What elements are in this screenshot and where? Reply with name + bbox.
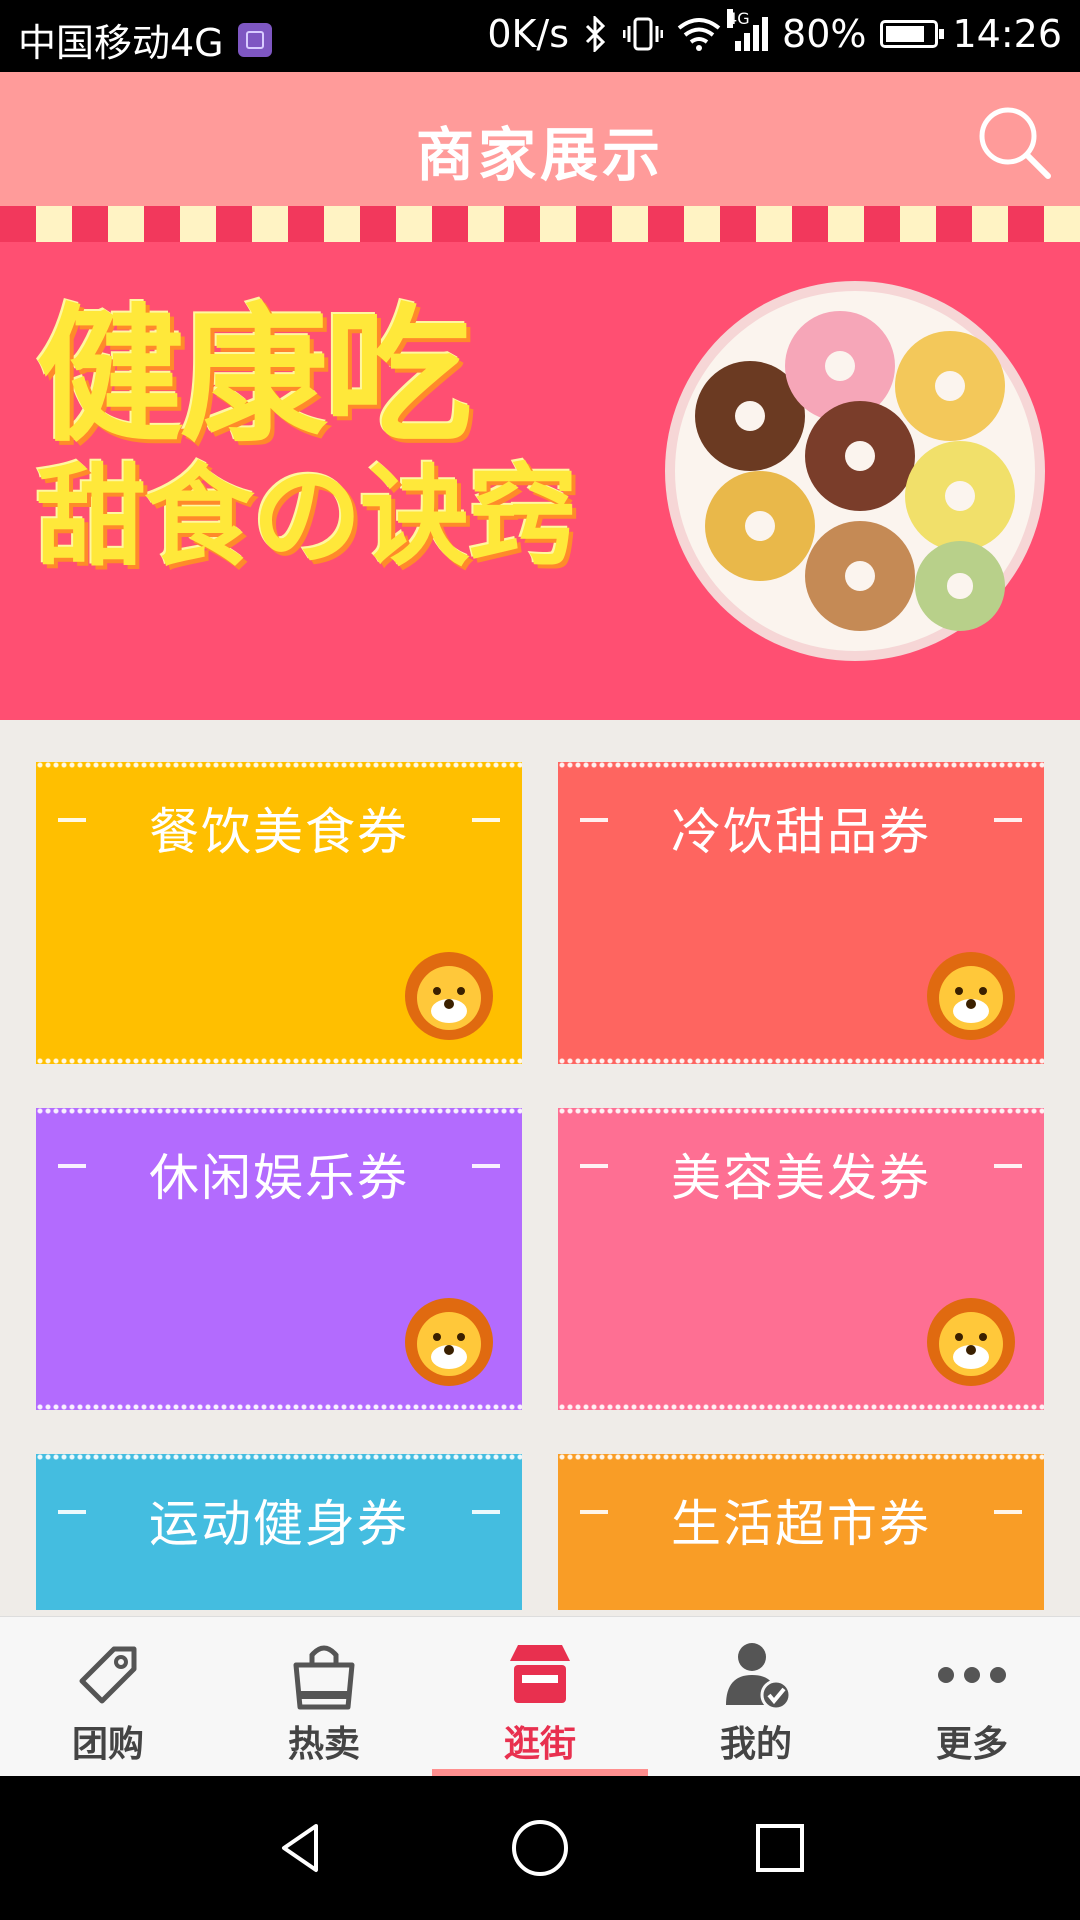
home-icon[interactable]: [510, 1818, 570, 1878]
coupon-label: 运动健身券: [149, 1495, 409, 1553]
banner-headline: 健康吃 甜食の诀窍: [36, 290, 578, 581]
donut-plate-image: [675, 291, 1035, 651]
status-bar: 中国移动4G 0K/s 4G 80% 14:26: [0, 0, 1080, 72]
image-notification-icon: [237, 22, 272, 57]
tag-icon: [79, 1646, 137, 1704]
tab-more[interactable]: 更多: [864, 1617, 1080, 1777]
coupon-dessert[interactable]: 冷饮甜品券: [558, 762, 1044, 1064]
tab-label: 团购: [71, 1724, 144, 1765]
awning-decoration: [0, 206, 1080, 242]
coupon-label: 休闲娱乐券: [149, 1149, 409, 1207]
clock: 14:26: [952, 12, 1062, 56]
coupon-fitness[interactable]: 运动健身券: [36, 1454, 522, 1610]
banner-line-2: 甜食の诀窍: [36, 453, 578, 581]
coupon-label: 美容美发券: [671, 1149, 931, 1207]
battery-icon: [880, 20, 945, 48]
coupon-label: 生活超市券: [671, 1495, 931, 1553]
coupon-leisure[interactable]: 休闲娱乐券: [36, 1108, 522, 1410]
vibrate-icon: [623, 17, 664, 51]
tab-groupbuy[interactable]: 团购: [0, 1617, 216, 1777]
coupon-dash-right: [994, 1164, 1022, 1168]
coupon-dash-right: [472, 1164, 500, 1168]
coupon-label: 冷饮甜品券: [671, 803, 931, 861]
battery-percent: 80%: [782, 12, 867, 56]
coupon-label: 餐饮美食券: [149, 803, 409, 861]
tab-browse[interactable]: 逛街: [432, 1617, 648, 1777]
coupon-dash-right: [472, 818, 500, 822]
coupon-beauty[interactable]: 美容美发券: [558, 1108, 1044, 1410]
search-icon[interactable]: [974, 102, 1054, 182]
lion-mascot-icon: [405, 1298, 493, 1386]
bottom-tab-bar: 团购 热卖 逛街 我的 更多: [0, 1616, 1080, 1777]
app-header: 商家展示: [0, 72, 1080, 206]
tab-hot[interactable]: 热卖: [216, 1617, 432, 1777]
tab-label: 我的: [719, 1724, 792, 1765]
coupon-dash-right: [994, 1510, 1022, 1514]
tab-mine[interactable]: 我的: [648, 1617, 864, 1777]
tab-label: 更多: [935, 1724, 1008, 1765]
recents-icon[interactable]: [750, 1818, 810, 1878]
wifi-icon: [677, 18, 721, 51]
coupon-supermarket[interactable]: 生活超市券: [558, 1454, 1044, 1610]
lion-mascot-icon: [927, 1298, 1015, 1386]
bluetooth-icon: [585, 16, 606, 52]
page-title: 商家展示: [415, 121, 664, 189]
carrier-name: 中国移动4G: [18, 21, 224, 65]
banner-line-1: 健康吃: [36, 290, 472, 462]
back-icon[interactable]: [270, 1818, 330, 1878]
tab-label: 热卖: [287, 1724, 360, 1765]
lion-mascot-icon: [405, 952, 493, 1040]
system-nav-bar: [0, 1776, 1080, 1920]
network-type-tag: 4G: [727, 9, 750, 28]
coupon-dash-right: [472, 1510, 500, 1514]
user-check-icon: [726, 1643, 792, 1711]
network-speed: 0K/s: [487, 12, 570, 56]
promo-banner[interactable]: 健康吃 甜食の诀窍: [0, 206, 1080, 720]
shopping-bag-icon: [293, 1645, 355, 1710]
lion-mascot-icon: [927, 952, 1015, 1040]
coupon-dash-right: [994, 818, 1022, 822]
coupon-food[interactable]: 餐饮美食券: [36, 762, 522, 1064]
cell-signal-icon: 4G: [727, 9, 769, 51]
tab-label: 逛街: [503, 1724, 576, 1765]
storefront-icon: [510, 1645, 570, 1703]
more-dots-icon: [938, 1667, 1006, 1683]
